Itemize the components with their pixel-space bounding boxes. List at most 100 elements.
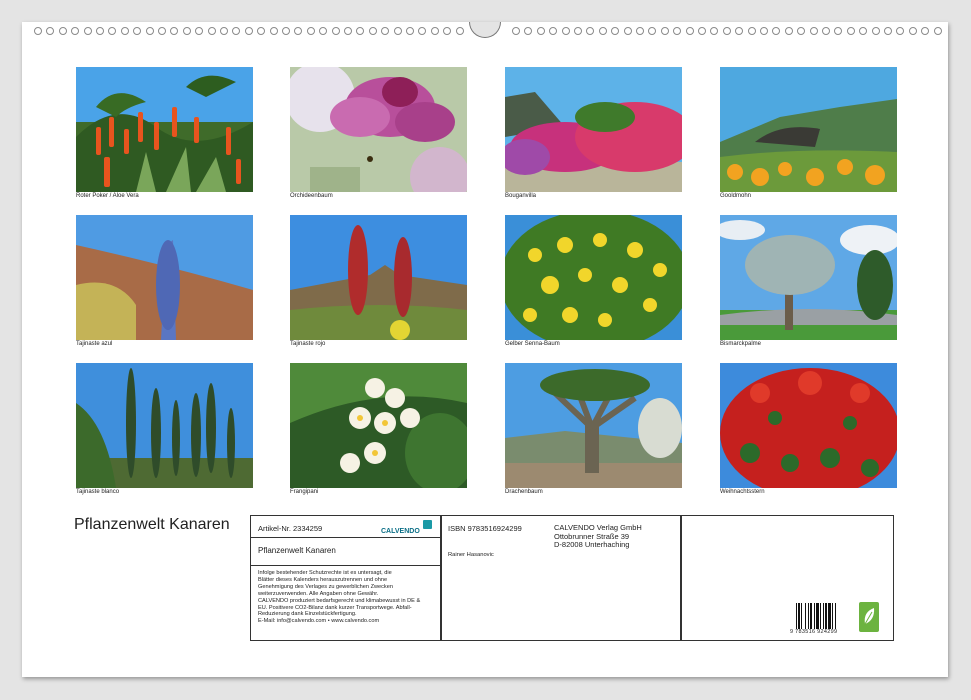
binding-ring <box>574 27 582 35</box>
binding-ring <box>549 27 558 35</box>
binding-ring <box>933 27 942 35</box>
binding-ring <box>561 27 570 35</box>
publisher-address: CALVENDO Verlag GmbH Ottobrunner Straße … <box>554 523 642 549</box>
binding-ring <box>512 27 520 35</box>
binding-ring <box>294 27 303 35</box>
photo-tajinaste-blanco[interactable] <box>76 363 253 488</box>
binding-ring <box>586 27 595 35</box>
binding-ring <box>368 27 377 35</box>
binding-ring <box>356 27 365 35</box>
photo-orchideenbaum[interactable] <box>290 67 467 192</box>
binding-ring <box>344 27 352 35</box>
calvendo-logo: CALVENDO <box>381 520 432 538</box>
binding-ring <box>896 27 905 35</box>
photo-caption: Weihnachtsstern <box>720 489 765 495</box>
photo-bismarckpalme[interactable] <box>720 215 897 340</box>
photo-roter-poker[interactable] <box>76 67 253 192</box>
binding-ring <box>710 27 719 35</box>
binding-ring <box>846 27 855 35</box>
binding-ring <box>623 27 632 35</box>
author: Rainer Hasanovic <box>448 552 494 558</box>
photo-tajinaste-rojo[interactable] <box>290 215 467 340</box>
photo-caption: Gooldmohn <box>720 193 752 199</box>
binding-ring <box>698 27 706 35</box>
photo-caption: Tajinaste blanco <box>76 489 120 495</box>
binding-ring <box>244 27 253 35</box>
photo-caption: Roter Poker / Aloe Vera <box>76 193 139 199</box>
binding-ring <box>306 27 315 35</box>
binding-ring <box>158 27 166 35</box>
binding-ring <box>319 27 328 35</box>
binding-ring <box>108 27 117 35</box>
binding-ring <box>660 27 669 35</box>
binding-ring <box>170 27 179 35</box>
isbn: ISBN 9783516924299 <box>448 524 522 533</box>
binding-ring <box>884 27 892 35</box>
binding-ring <box>735 27 744 35</box>
binding-ring <box>524 27 533 35</box>
binding-ring <box>195 27 204 35</box>
product-title: Pflanzenwelt Kanaren <box>258 546 336 555</box>
binding-ring <box>393 27 402 35</box>
binding-ring <box>207 27 216 35</box>
photo-bouganvilla[interactable] <box>505 67 682 192</box>
binding-ring <box>182 27 191 35</box>
photo-caption: Drachenbaum <box>505 489 543 495</box>
binding-ring <box>232 27 241 35</box>
barcode-digits: 9 783516 924299 <box>790 629 838 635</box>
binding-ring <box>685 27 694 35</box>
binding-ring <box>96 27 104 35</box>
binding-ring <box>133 27 142 35</box>
divider <box>251 565 440 566</box>
article-number: Artikel-Nr. 2334259 <box>258 524 323 533</box>
eco-badge <box>859 602 879 632</box>
photo-drachenbaum[interactable] <box>505 363 682 488</box>
photo-gooldmohn[interactable] <box>720 67 897 192</box>
binding-ring <box>58 27 67 35</box>
binding-ring <box>822 27 830 35</box>
legal-notice: Infolge bestehender Schutzrechte ist es … <box>258 570 421 625</box>
photo-tajinaste-azul[interactable] <box>76 215 253 340</box>
binding-ring <box>120 27 129 35</box>
binding-ring <box>331 27 340 35</box>
binding-ring <box>406 27 414 35</box>
leaf-icon <box>864 608 875 625</box>
divider <box>680 516 682 640</box>
binding-ring <box>636 27 644 35</box>
binding-ring <box>871 27 880 35</box>
binding-ring <box>46 27 55 35</box>
binding-ring <box>83 27 92 35</box>
binding-ring <box>381 27 390 35</box>
photo-weihnachtsstern[interactable] <box>720 363 897 488</box>
binding-ring <box>455 27 464 35</box>
calendar-title: Pflanzenwelt Kanaren <box>74 516 230 533</box>
photo-frangipani[interactable] <box>290 363 467 488</box>
binding-ring <box>747 27 756 35</box>
binding-ring <box>34 27 42 35</box>
binding-ring <box>834 27 843 35</box>
binding-ring <box>648 27 657 35</box>
calvendo-logo-icon <box>423 520 432 529</box>
binding-ring <box>772 27 781 35</box>
photo-caption: Frangipani <box>290 489 319 495</box>
photo-caption: Bouganvilla <box>505 193 537 199</box>
binding-ring <box>71 27 80 35</box>
binding-ring <box>797 27 806 35</box>
binding-ring <box>598 27 607 35</box>
binding-ring <box>269 27 278 35</box>
binding-ring <box>536 27 545 35</box>
photo-gelber-senna-baum[interactable] <box>505 215 682 340</box>
binding-ring <box>859 27 868 35</box>
binding-ring <box>673 27 682 35</box>
binding-ring <box>921 27 930 35</box>
binding-ring <box>611 27 620 35</box>
binding-ring <box>430 27 439 35</box>
binding-ring <box>809 27 818 35</box>
binding-ring <box>908 27 917 35</box>
photo-caption: Bismarckpalme <box>720 341 762 347</box>
binding-ring <box>443 27 452 35</box>
binding-ring <box>145 27 154 35</box>
photo-caption: Gelber Senna-Baum <box>505 341 560 347</box>
binding-ring <box>220 27 228 35</box>
photo-caption: Tajinaste rojo <box>290 341 326 347</box>
